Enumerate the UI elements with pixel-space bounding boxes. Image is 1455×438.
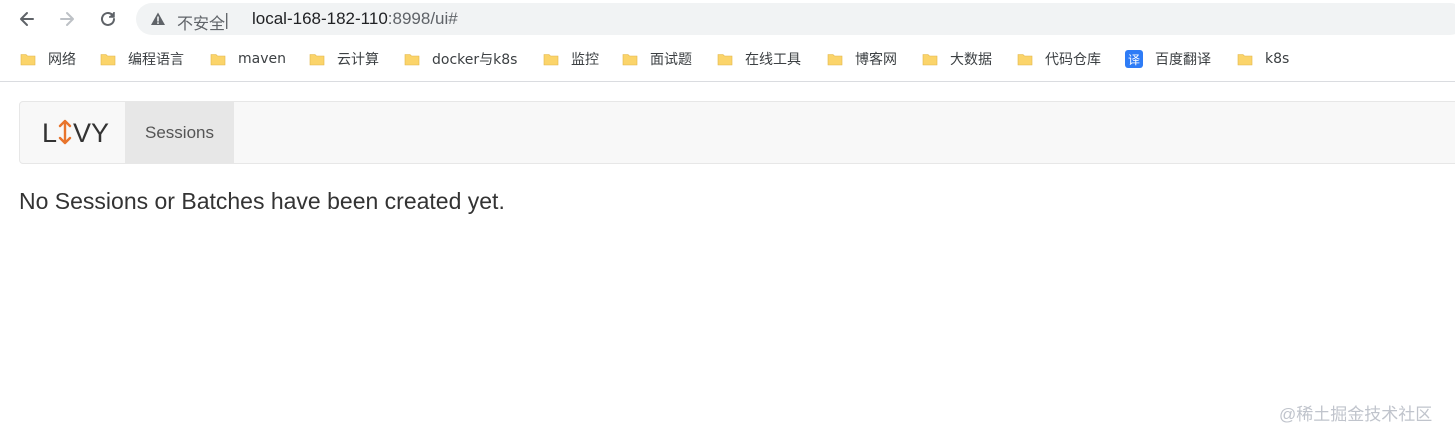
folder-icon: [404, 54, 420, 66]
url-separator: |: [224, 10, 230, 29]
folder-icon: [717, 54, 733, 66]
bookmark-item[interactable]: docker与k8s: [404, 49, 517, 69]
security-label[interactable]: 不安全: [177, 10, 225, 34]
folder-icon: [100, 54, 116, 66]
bookmark-item[interactable]: 监控: [543, 49, 599, 69]
bookmark-item[interactable]: 译 百度翻译: [1125, 49, 1211, 69]
bookmark-label: 面试题: [650, 52, 692, 68]
browser-toolbar: 不安全 | local-168-182-110:8998/ui#: [0, 0, 1455, 38]
toolbar-divider: [0, 81, 1455, 82]
bookmark-label: 博客网: [855, 52, 897, 68]
bookmark-label: docker与k8s: [432, 52, 518, 68]
address-bar[interactable]: 不安全 | local-168-182-110:8998/ui#: [136, 3, 1455, 35]
bookmark-label: 在线工具: [745, 52, 801, 68]
bookmark-item[interactable]: k8s: [1237, 49, 1289, 69]
bookmark-label: k8s: [1265, 51, 1290, 67]
livy-navbar: L VY Sessions: [19, 101, 1455, 164]
bookmark-label: 百度翻译: [1155, 52, 1211, 68]
folder-icon: [543, 54, 559, 66]
logo-letter: L: [42, 118, 58, 148]
folder-icon: [622, 54, 638, 66]
tab-sessions[interactable]: Sessions: [125, 102, 234, 163]
watermark: @稀土掘金技术社区: [1279, 405, 1433, 424]
bookmark-label: 监控: [571, 52, 599, 68]
logo-letters: VY: [73, 118, 110, 148]
folder-icon: [922, 54, 938, 66]
bookmark-label: 大数据: [950, 52, 992, 68]
back-arrow-icon: [20, 12, 34, 26]
back-button[interactable]: [13, 5, 41, 33]
bookmark-label: maven: [238, 51, 286, 67]
reload-icon: [101, 11, 115, 26]
folder-icon: [1017, 54, 1033, 66]
bookmark-label: 云计算: [337, 52, 379, 68]
folder-icon: [210, 54, 226, 66]
bookmark-label: 编程语言: [128, 52, 184, 68]
url-host: local-168-182-110: [252, 9, 388, 28]
warning-icon[interactable]: [150, 11, 166, 27]
folder-icon: [827, 54, 843, 66]
reload-button[interactable]: [94, 5, 122, 33]
bookmark-item[interactable]: 云计算: [309, 49, 379, 69]
bookmark-label: 代码仓库: [1045, 52, 1101, 68]
empty-state-message: No Sessions or Batches have been created…: [19, 188, 505, 214]
fanyi-icon: 译: [1125, 50, 1143, 68]
bookmark-label: 网络: [48, 52, 76, 68]
folder-icon: [309, 54, 325, 66]
forward-arrow-icon: [60, 12, 74, 26]
bookmarks-bar: 网络 编程语言 maven 云计算 docker与k8s 监控 面试题 在线工具…: [0, 42, 1455, 76]
up-down-arrow-icon: [58, 119, 72, 145]
bookmark-item[interactable]: maven: [210, 49, 286, 69]
bookmark-item[interactable]: 面试题: [622, 49, 692, 69]
bookmark-item[interactable]: 代码仓库: [1017, 49, 1101, 69]
bookmark-item[interactable]: 大数据: [922, 49, 992, 69]
bookmark-item[interactable]: 网络: [20, 49, 76, 69]
bookmark-item[interactable]: 在线工具: [717, 49, 801, 69]
bookmark-item[interactable]: 编程语言: [100, 49, 184, 69]
bookmark-item[interactable]: 博客网: [827, 49, 897, 69]
folder-icon: [1237, 54, 1253, 66]
forward-button[interactable]: [53, 5, 81, 33]
folder-icon: [20, 54, 36, 66]
url-path: :8998/ui#: [387, 9, 458, 28]
livy-logo[interactable]: L VY: [42, 118, 109, 149]
url-text[interactable]: local-168-182-110:8998/ui#: [252, 9, 458, 29]
